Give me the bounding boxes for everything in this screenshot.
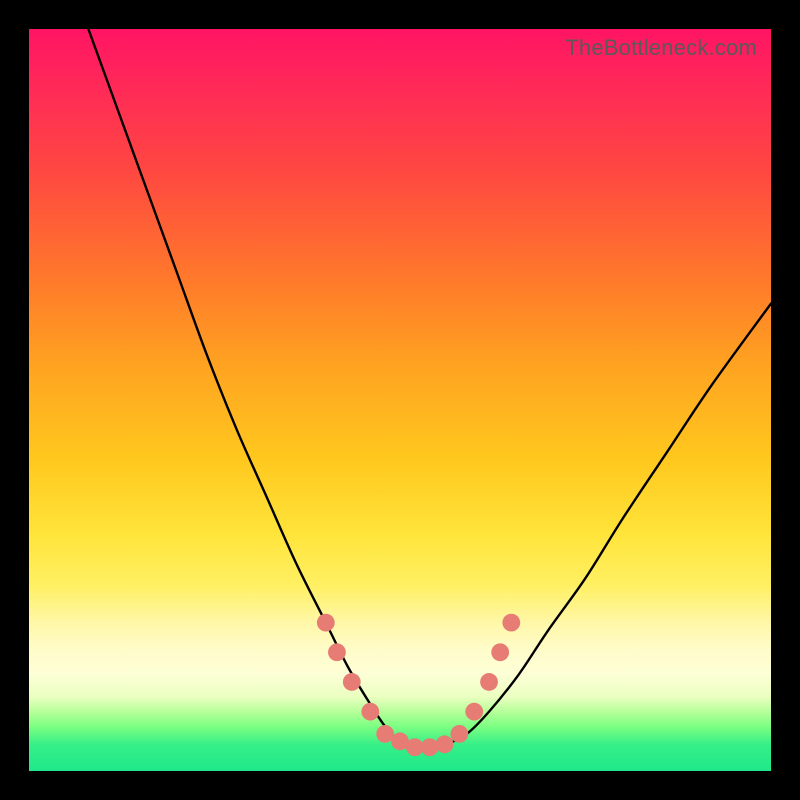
- highlight-point: [465, 703, 483, 721]
- chart-frame: TheBottleneck.com: [0, 0, 800, 800]
- watermark-text: TheBottleneck.com: [565, 35, 757, 61]
- highlight-point: [376, 725, 394, 743]
- highlight-point: [450, 725, 468, 743]
- highlight-point: [391, 732, 409, 750]
- highlight-point: [317, 614, 335, 632]
- highlight-point: [343, 673, 361, 691]
- plot-area: TheBottleneck.com: [29, 29, 771, 771]
- bottleneck-curve: [88, 29, 771, 749]
- highlight-point: [436, 735, 454, 753]
- highlight-point: [361, 703, 379, 721]
- highlight-point: [480, 673, 498, 691]
- highlight-point: [421, 738, 439, 756]
- highlight-point: [502, 614, 520, 632]
- highlight-point: [406, 738, 424, 756]
- highlight-points: [317, 614, 520, 756]
- highlight-point: [328, 643, 346, 661]
- curve-layer: [29, 29, 771, 771]
- highlight-point: [491, 643, 509, 661]
